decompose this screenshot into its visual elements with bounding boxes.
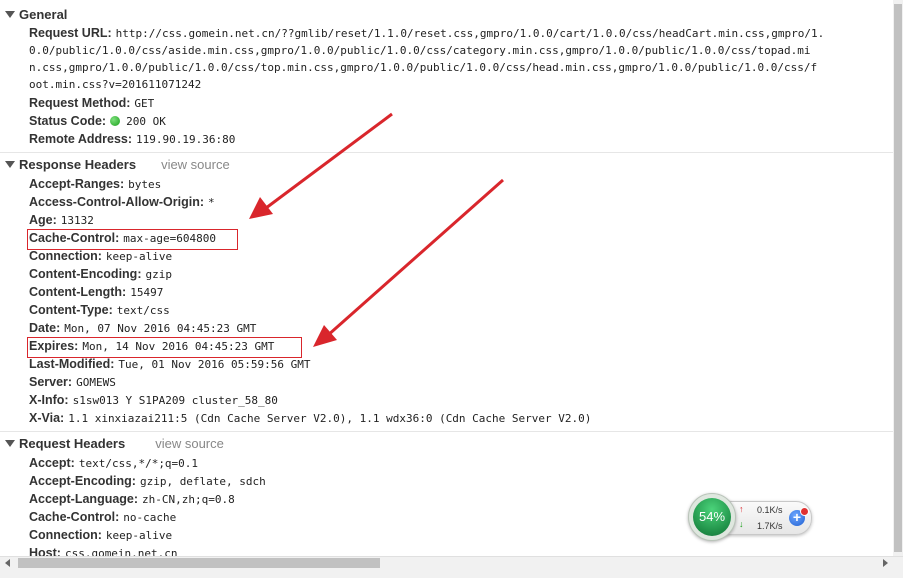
scroll-left-arrow-icon[interactable] — [3, 557, 13, 569]
speed-percent[interactable]: 54% — [693, 498, 731, 536]
arrow-to-expires — [313, 178, 504, 347]
vertical-scrollbar-thumb[interactable] — [894, 4, 902, 552]
network-speed-widget[interactable]: 54% ↑ 0.1K/s ↓ 1.7K/s + — [688, 493, 812, 541]
upload-arrow-icon: ↑ — [739, 504, 744, 514]
speed-ring: 54% — [688, 493, 736, 541]
download-arrow-icon: ↓ — [739, 519, 744, 529]
download-speed: 1.7K/s — [757, 521, 783, 531]
horizontal-scrollbar-thumb[interactable] — [18, 558, 380, 568]
notification-dot — [800, 507, 809, 516]
annotation-arrows — [249, 112, 504, 347]
upload-speed: 0.1K/s — [757, 505, 783, 515]
arrow-to-cache-control — [249, 112, 393, 219]
scroll-right-arrow-icon[interactable] — [880, 557, 890, 569]
